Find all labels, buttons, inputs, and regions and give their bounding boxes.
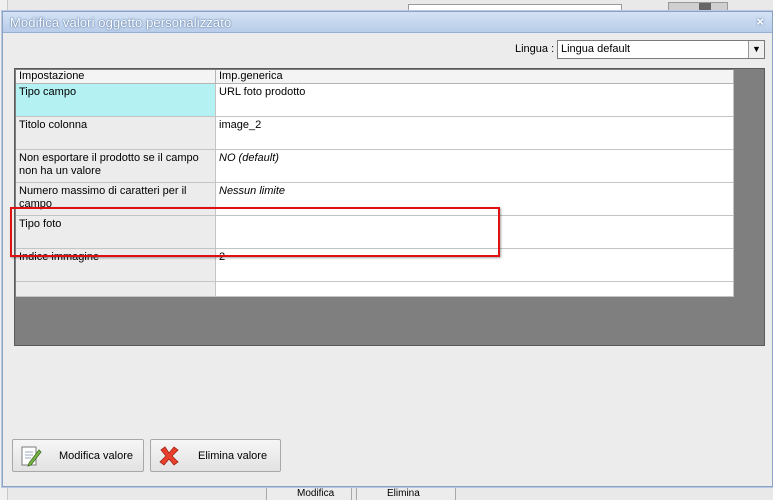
- language-label: Lingua :: [515, 43, 555, 55]
- column-header-setting[interactable]: Impostazione: [16, 70, 216, 83]
- background-edit-button: Modifica: [266, 486, 352, 500]
- close-icon[interactable]: ×: [756, 14, 764, 29]
- delete-value-label: Elimina valore: [198, 450, 268, 462]
- table-row[interactable]: [16, 282, 734, 297]
- value-cell[interactable]: URL foto prodotto: [216, 84, 734, 116]
- value-cell[interactable]: 2: [216, 249, 734, 281]
- dialog-titlebar[interactable]: Modifica valori oggetto personalizzato ×: [3, 12, 772, 33]
- setting-cell[interactable]: Numero massimo di caratteri per il campo: [16, 183, 216, 215]
- value-cell[interactable]: [216, 282, 734, 296]
- setting-cell[interactable]: Tipo campo: [16, 84, 216, 116]
- delete-value-button[interactable]: Elimina valore: [150, 439, 281, 472]
- table-row[interactable]: Tipo foto: [16, 216, 734, 249]
- chevron-down-icon[interactable]: ▼: [748, 41, 764, 58]
- delete-x-icon: [159, 446, 179, 466]
- settings-grid-area: Impostazione Imp.generica Tipo campo URL…: [14, 68, 765, 346]
- language-select[interactable]: Lingua default ▼: [557, 40, 765, 59]
- edit-value-label: Modifica valore: [59, 450, 133, 462]
- table-row[interactable]: Indice immagine 2: [16, 249, 734, 282]
- table-row[interactable]: Tipo campo URL foto prodotto: [16, 84, 734, 117]
- language-row: Lingua : Lingua default ▼: [3, 40, 772, 60]
- setting-cell[interactable]: Tipo foto: [16, 216, 216, 248]
- language-selected-value: Lingua default: [561, 43, 631, 55]
- value-cell[interactable]: Nessun limite: [216, 183, 734, 215]
- setting-cell[interactable]: Titolo colonna: [16, 117, 216, 149]
- value-cell[interactable]: NO (default): [216, 150, 734, 182]
- grid-header: Impostazione Imp.generica: [16, 70, 734, 84]
- table-row[interactable]: Numero massimo di caratteri per il campo…: [16, 183, 734, 216]
- table-row[interactable]: Non esportare il prodotto se il campo no…: [16, 150, 734, 183]
- background-delete-button: Elimina: [356, 486, 456, 500]
- dialog-title: Modifica valori oggetto personalizzato: [10, 15, 232, 30]
- setting-cell[interactable]: [16, 282, 216, 296]
- edit-document-icon: [21, 446, 42, 467]
- column-header-value[interactable]: Imp.generica: [216, 70, 734, 83]
- setting-cell[interactable]: Indice immagine: [16, 249, 216, 281]
- value-cell[interactable]: [216, 216, 734, 248]
- settings-grid: Impostazione Imp.generica Tipo campo URL…: [16, 70, 734, 297]
- table-row[interactable]: Titolo colonna image_2: [16, 117, 734, 150]
- setting-cell[interactable]: Non esportare il prodotto se il campo no…: [16, 150, 216, 182]
- value-cell[interactable]: image_2: [216, 117, 734, 149]
- edit-value-button[interactable]: Modifica valore: [12, 439, 144, 472]
- custom-object-dialog: Modifica valori oggetto personalizzato ×…: [2, 11, 773, 487]
